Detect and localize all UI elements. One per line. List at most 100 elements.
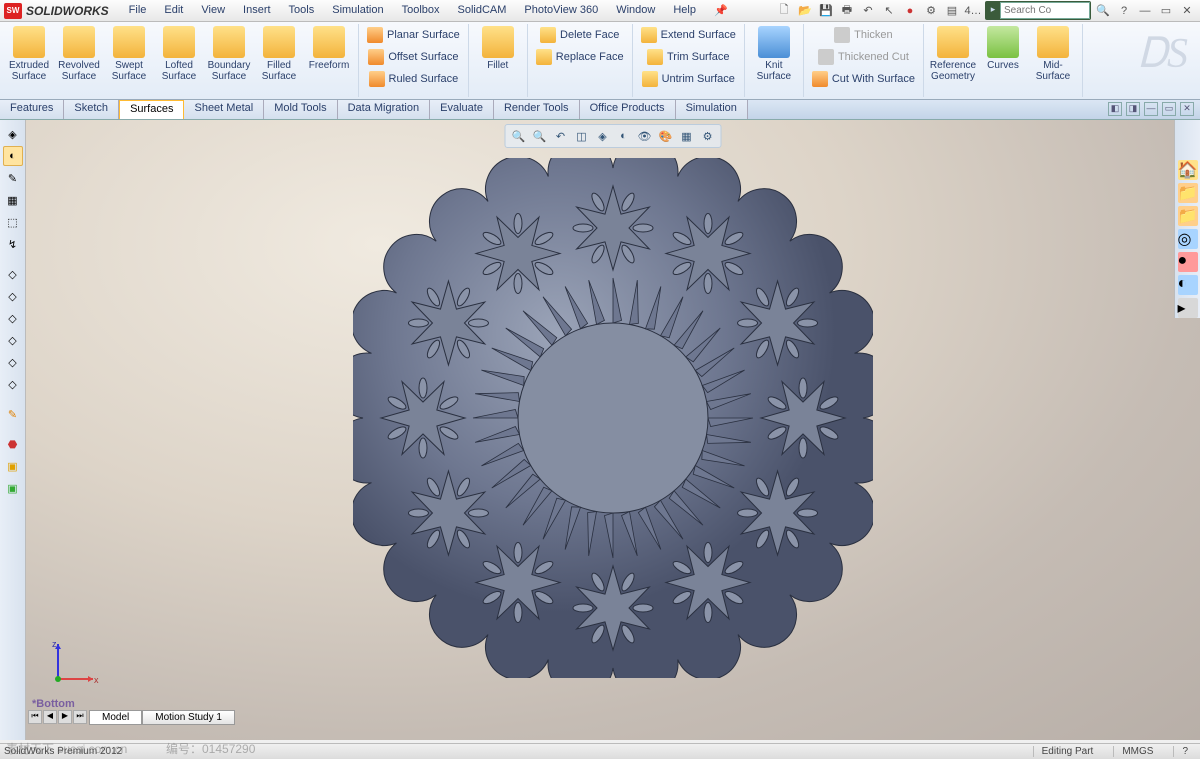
lt-tool-2[interactable]: ◐ bbox=[3, 146, 23, 166]
cut-with-surface-button[interactable]: Cut With Surface bbox=[808, 68, 919, 90]
open-button[interactable]: 📂 bbox=[796, 2, 814, 20]
print-button[interactable]: 🖶 bbox=[838, 2, 856, 20]
doc-next-icon[interactable]: ◨ bbox=[1126, 102, 1140, 116]
lt-tool-12[interactable]: ◇ bbox=[3, 374, 23, 394]
zoom-area-icon[interactable]: 🔍 bbox=[531, 127, 549, 145]
orientation-triad[interactable]: x z bbox=[48, 639, 98, 692]
lt-tool-7[interactable]: ◇ bbox=[3, 264, 23, 284]
trim-surface-button[interactable]: Trim Surface bbox=[643, 46, 734, 68]
lt-tool-3[interactable]: ✎ bbox=[3, 168, 23, 188]
menu-photoview[interactable]: PhotoView 360 bbox=[516, 2, 606, 19]
misc-button[interactable]: ▤ bbox=[943, 2, 961, 20]
lt-tool-11[interactable]: ◇ bbox=[3, 352, 23, 372]
display-style-icon[interactable]: ◐ bbox=[615, 127, 633, 145]
doc-tab-model[interactable]: Model bbox=[89, 710, 142, 725]
lt-tool-6[interactable]: ↯ bbox=[3, 234, 23, 254]
lt-tool-4[interactable]: ▦ bbox=[3, 190, 23, 210]
menu-solidcam[interactable]: SolidCAM bbox=[450, 2, 515, 19]
delete-face-button[interactable]: Delete Face bbox=[536, 24, 623, 46]
offset-surface-button[interactable]: Offset Surface bbox=[364, 46, 462, 68]
menu-insert[interactable]: Insert bbox=[235, 2, 279, 19]
tab-nav-last[interactable]: ⏭ bbox=[73, 710, 87, 724]
view-orient-icon[interactable]: ◈ bbox=[594, 127, 612, 145]
planar-surface-button[interactable]: Planar Surface bbox=[363, 24, 464, 46]
rebuild-button[interactable]: ● bbox=[901, 2, 919, 20]
lofted-surface-button[interactable]: Lofted Surface bbox=[154, 24, 204, 82]
lt-tool-16[interactable]: ▣ bbox=[3, 478, 23, 498]
tab-nav-next[interactable]: ▶ bbox=[58, 710, 72, 724]
tab-nav-prev[interactable]: ◀ bbox=[43, 710, 57, 724]
tab-sheetmetal[interactable]: Sheet Metal bbox=[184, 100, 264, 119]
menu-tools[interactable]: Tools bbox=[281, 2, 323, 19]
rt-tool-4[interactable]: ◎ bbox=[1178, 229, 1198, 249]
doc-min-icon[interactable]: ― bbox=[1144, 102, 1158, 116]
rt-tool-5[interactable]: ● bbox=[1178, 252, 1198, 272]
mid-surface-button[interactable]: Mid-Surface bbox=[1028, 24, 1078, 82]
boundary-surface-button[interactable]: Boundary Surface bbox=[204, 24, 254, 82]
tab-evaluate[interactable]: Evaluate bbox=[430, 100, 494, 119]
tab-features[interactable]: Features bbox=[0, 100, 64, 119]
menu-toolbox[interactable]: Toolbox bbox=[394, 2, 448, 19]
curves-button[interactable]: Curves bbox=[978, 24, 1028, 71]
knit-surface-button[interactable]: Knit Surface bbox=[749, 24, 799, 82]
menu-simulation[interactable]: Simulation bbox=[324, 2, 391, 19]
menu-window[interactable]: Window bbox=[608, 2, 663, 19]
rt-tool-7[interactable]: ▸ bbox=[1178, 298, 1198, 318]
minimize-button[interactable]: ― bbox=[1136, 2, 1154, 20]
menu-pin-icon[interactable]: 📌 bbox=[706, 2, 736, 19]
search-input[interactable] bbox=[1000, 2, 1090, 19]
rt-tool-2[interactable]: 📁 bbox=[1178, 183, 1198, 203]
rt-tool-6[interactable]: ◐ bbox=[1178, 275, 1198, 295]
lt-tool-9[interactable]: ◇ bbox=[3, 308, 23, 328]
lt-tool-5[interactable]: ⬚ bbox=[3, 212, 23, 232]
undo-button[interactable]: ↶ bbox=[859, 2, 877, 20]
menu-view[interactable]: View bbox=[193, 2, 233, 19]
extruded-surface-button[interactable]: Extruded Surface bbox=[4, 24, 54, 82]
lt-tool-15[interactable]: ▣ bbox=[3, 456, 23, 476]
close-button[interactable]: ✕ bbox=[1178, 2, 1196, 20]
freeform-button[interactable]: Freeform bbox=[304, 24, 354, 71]
menu-help[interactable]: Help bbox=[665, 2, 704, 19]
tab-nav-first[interactable]: ⏮ bbox=[28, 710, 42, 724]
prev-view-icon[interactable]: ↶ bbox=[552, 127, 570, 145]
doc-close-icon[interactable]: ✕ bbox=[1180, 102, 1194, 116]
tab-datamigration[interactable]: Data Migration bbox=[338, 100, 431, 119]
menu-file[interactable]: File bbox=[121, 2, 155, 19]
rt-home-icon[interactable]: 🏠 bbox=[1178, 160, 1198, 180]
lt-tool-10[interactable]: ◇ bbox=[3, 330, 23, 350]
hide-show-icon[interactable]: 👁 bbox=[636, 127, 654, 145]
tab-sketch[interactable]: Sketch bbox=[64, 100, 119, 119]
tab-surfaces[interactable]: Surfaces bbox=[119, 100, 184, 119]
scene-icon[interactable]: ▦ bbox=[678, 127, 696, 145]
tab-simulation[interactable]: Simulation bbox=[676, 100, 748, 119]
doc-max-icon[interactable]: ▭ bbox=[1162, 102, 1176, 116]
swept-surface-button[interactable]: Swept Surface bbox=[104, 24, 154, 82]
tab-rendertools[interactable]: Render Tools bbox=[494, 100, 580, 119]
reference-geometry-button[interactable]: Reference Geometry bbox=[928, 24, 978, 82]
replace-face-button[interactable]: Replace Face bbox=[532, 46, 628, 68]
menu-edit[interactable]: Edit bbox=[156, 2, 191, 19]
lt-tool-8[interactable]: ◇ bbox=[3, 286, 23, 306]
rt-tool-3[interactable]: 📁 bbox=[1178, 206, 1198, 226]
lt-tool-1[interactable]: ◈ bbox=[3, 124, 23, 144]
lt-tool-13[interactable]: ✎ bbox=[3, 404, 23, 424]
view-settings-icon[interactable]: ⚙ bbox=[699, 127, 717, 145]
new-doc-button[interactable]: 🗋 bbox=[775, 2, 793, 20]
misc2-button[interactable]: 4… bbox=[964, 2, 982, 20]
section-view-icon[interactable]: ◫ bbox=[573, 127, 591, 145]
tab-moldtools[interactable]: Mold Tools bbox=[264, 100, 337, 119]
extend-surface-button[interactable]: Extend Surface bbox=[637, 24, 740, 46]
fillet-button[interactable]: Fillet bbox=[473, 24, 523, 71]
options-button[interactable]: ⚙ bbox=[922, 2, 940, 20]
status-units[interactable]: MMGS bbox=[1113, 746, 1161, 757]
save-button[interactable]: 💾 bbox=[817, 2, 835, 20]
tab-officeproducts[interactable]: Office Products bbox=[580, 100, 676, 119]
status-help-icon[interactable]: ? bbox=[1173, 746, 1196, 757]
graphics-viewport[interactable]: 🔍 🔍 ↶ ◫ ◈ ◐ 👁 🎨 ▦ ⚙ bbox=[26, 120, 1200, 740]
untrim-surface-button[interactable]: Untrim Surface bbox=[638, 68, 739, 90]
maximize-button[interactable]: ▭ bbox=[1157, 2, 1175, 20]
search-go-icon[interactable]: 🔍 bbox=[1094, 2, 1112, 20]
ruled-surface-button[interactable]: Ruled Surface bbox=[365, 68, 463, 90]
zoom-fit-icon[interactable]: 🔍 bbox=[510, 127, 528, 145]
select-button[interactable]: ↖ bbox=[880, 2, 898, 20]
